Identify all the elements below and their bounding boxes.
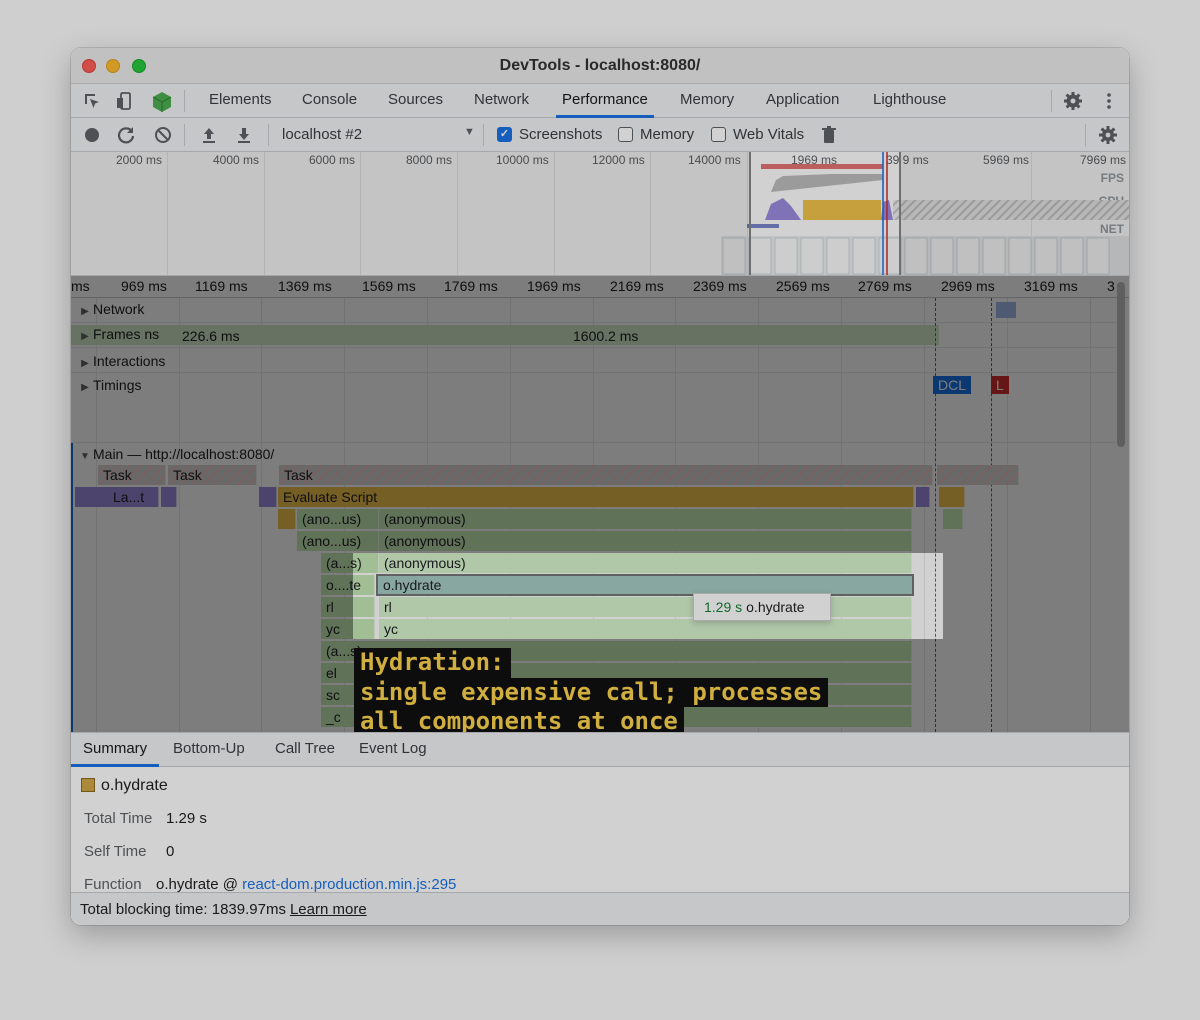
title-bar: DevTools - localhost:8080/ xyxy=(71,48,1129,84)
checkbox-icon[interactable] xyxy=(711,127,726,142)
flame-o-hydrate-selected[interactable]: o.hydrate xyxy=(376,574,914,596)
spotlight-dim-left xyxy=(71,553,353,639)
annotation-caption: Hydration: single expensive call; proces… xyxy=(354,648,829,737)
extension-cube-icon[interactable] xyxy=(151,91,172,112)
details-tab-bar: Summary Bottom-Up Call Tree Event Log xyxy=(71,732,1129,767)
capture-settings-gear-icon[interactable] xyxy=(1098,125,1118,145)
screenshots-checkbox[interactable]: ✓ Screenshots xyxy=(497,126,602,143)
overview-selection-window[interactable] xyxy=(749,152,901,275)
tab-call-tree[interactable]: Call Tree xyxy=(263,733,347,767)
summary-total-time: Total Time 1.29 s xyxy=(84,810,207,827)
tab-sources[interactable]: Sources xyxy=(382,84,449,118)
learn-more-link[interactable]: Learn more xyxy=(290,901,367,918)
webvitals-checkbox[interactable]: Web Vitals xyxy=(711,126,804,143)
overview-unselected-left xyxy=(71,152,749,275)
profile-select[interactable]: localhost #2 xyxy=(282,126,362,143)
trash-icon[interactable] xyxy=(819,125,839,145)
divider xyxy=(1085,124,1086,146)
more-options-icon[interactable] xyxy=(1099,91,1119,111)
screenshots-label: Screenshots xyxy=(519,126,603,143)
inspect-element-icon[interactable] xyxy=(82,91,102,111)
memory-label: Memory xyxy=(640,126,695,143)
window-title: DevTools - localhost:8080/ xyxy=(499,57,701,74)
tab-performance[interactable]: Performance xyxy=(556,84,654,118)
chevron-down-icon[interactable]: ▼ xyxy=(464,126,475,138)
summary-self-time: Self Time 0 xyxy=(84,843,175,860)
flame-rl[interactable]: rl xyxy=(379,597,912,617)
settings-gear-icon[interactable] xyxy=(1063,91,1083,111)
tooltip-function: o.hydrate xyxy=(746,599,805,615)
summary-title: o.hydrate xyxy=(81,777,168,795)
category-swatch xyxy=(81,778,95,792)
tab-lighthouse[interactable]: Lighthouse xyxy=(867,84,952,118)
tab-application[interactable]: Application xyxy=(760,84,845,118)
tab-memory[interactable]: Memory xyxy=(674,84,740,118)
caption-line: single expensive call; processes xyxy=(354,677,829,707)
clear-icon[interactable] xyxy=(153,125,173,145)
device-toolbar-icon[interactable] xyxy=(115,91,135,111)
webvitals-label: Web Vitals xyxy=(733,126,805,143)
tab-bottom-up[interactable]: Bottom-Up xyxy=(161,733,257,767)
divider xyxy=(184,90,185,112)
tab-console[interactable]: Console xyxy=(296,84,363,118)
checkbox-icon[interactable] xyxy=(618,127,633,142)
total-blocking-time: Total blocking time: 1839.97ms xyxy=(80,901,286,918)
record-icon[interactable] xyxy=(82,125,102,145)
panel-tab-bar: Elements Console Sources Network Perform… xyxy=(71,84,1129,118)
checkbox-checked-icon[interactable]: ✓ xyxy=(497,127,512,142)
reload-icon[interactable] xyxy=(116,125,136,145)
upload-icon[interactable] xyxy=(199,125,219,145)
tooltip-duration: 1.29 s xyxy=(704,599,743,615)
tab-network[interactable]: Network xyxy=(468,84,535,118)
spotlight-dim-top xyxy=(71,276,1129,553)
flame-anonymous[interactable]: (anonymous) xyxy=(379,553,912,573)
timeline-overview[interactable]: 2000 ms 4000 ms 6000 ms 8000 ms 10000 ms… xyxy=(71,152,1129,276)
tab-elements[interactable]: Elements xyxy=(203,84,278,118)
overview-unselected-right xyxy=(901,152,1129,275)
divider xyxy=(184,124,185,146)
source-link[interactable]: react-dom.production.min.js:295 xyxy=(242,876,456,892)
tab-summary[interactable]: Summary xyxy=(71,733,160,767)
status-footer: Total blocking time: 1839.97ms Learn more xyxy=(71,892,1129,925)
caption-line: Hydration: xyxy=(354,648,511,678)
summary-panel: o.hydrate Total Time 1.29 s Self Time 0 Fu… xyxy=(71,767,1129,892)
divider xyxy=(268,124,269,146)
flame-tooltip: 1.29 s o.hydrate xyxy=(693,593,831,621)
summary-function: Function o.hydrate @ react-dom.production… xyxy=(84,876,457,892)
tab-event-log[interactable]: Event Log xyxy=(347,733,439,767)
flame-yc[interactable]: yc xyxy=(379,619,912,639)
divider xyxy=(483,124,484,146)
divider xyxy=(1051,90,1052,112)
spotlight-dim-right xyxy=(943,553,1129,639)
memory-checkbox[interactable]: Memory xyxy=(618,126,694,143)
devtools-window: DevTools - localhost:8080/ Elements Cons… xyxy=(71,48,1129,925)
performance-toolbar: localhost #2 ▼ ✓ Screenshots Memory Web … xyxy=(71,118,1129,152)
download-icon[interactable] xyxy=(234,125,254,145)
